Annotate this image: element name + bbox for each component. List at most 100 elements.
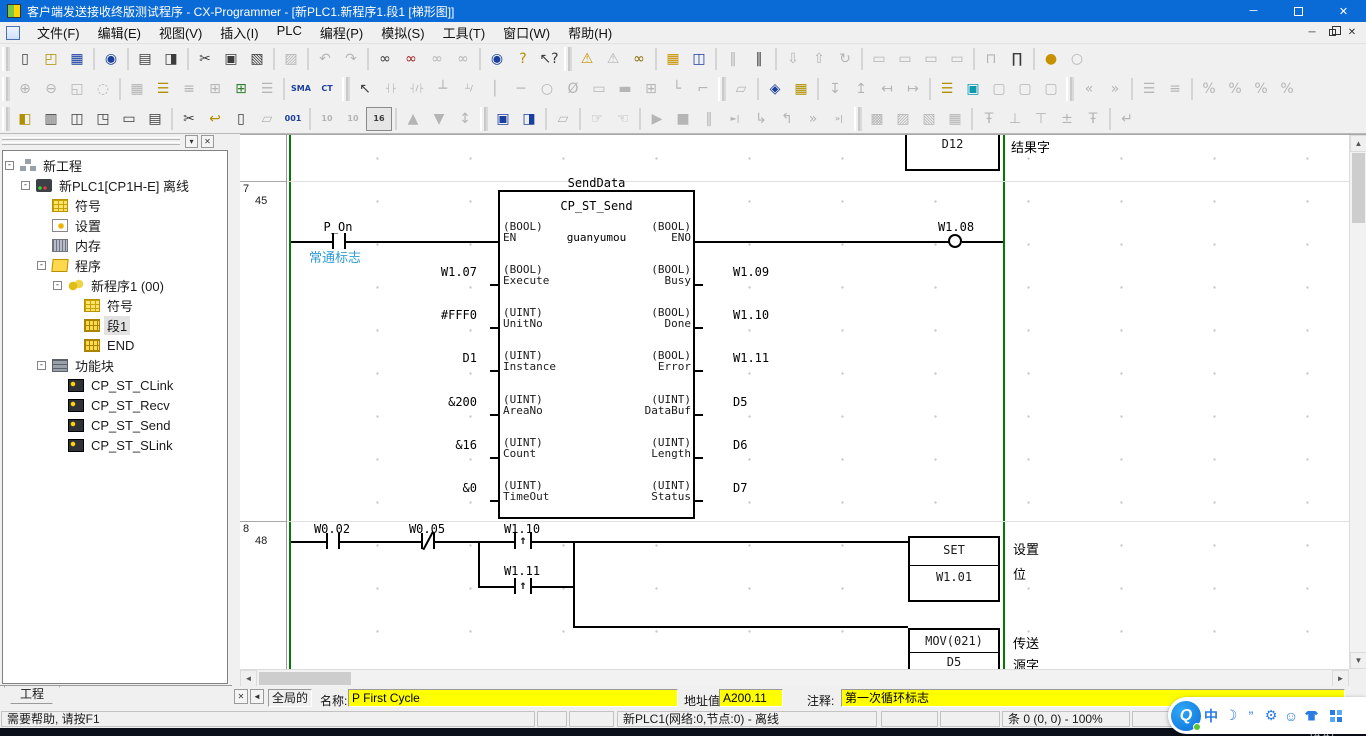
- toolbar-binary-monitor-button[interactable]: 001: [280, 107, 306, 131]
- menu-help[interactable]: 帮助(H): [559, 20, 621, 45]
- toolbar-page-setup-button[interactable]: ◉: [98, 47, 124, 71]
- instruction-mov[interactable]: MOV(021) D5: [908, 628, 1000, 669]
- toolbar-force-set-button[interactable]: Ŧ: [976, 107, 1002, 131]
- toolbar-mnemonic-view-button[interactable]: ▥: [38, 107, 64, 131]
- tree-expander[interactable]: -: [21, 181, 30, 190]
- toolbar-grip[interactable]: [2, 107, 10, 131]
- toolbar-new-coil-button[interactable]: ○: [534, 77, 560, 101]
- toolbar-paste-special-button[interactable]: ▨: [278, 47, 304, 71]
- toolbar-align-bottom-button[interactable]: ≡: [1162, 77, 1188, 101]
- child-window-icon[interactable]: [6, 26, 20, 40]
- toolbar-show-comments-button[interactable]: ☰: [150, 77, 176, 101]
- vertical-scrollbar[interactable]: ▲ ▼: [1349, 135, 1366, 669]
- toolbar-address-reference-tool-button[interactable]: SMA: [288, 77, 314, 101]
- menu-file[interactable]: 文件(F): [28, 20, 89, 45]
- toolbar-breakpoint-list-button[interactable]: ▦: [942, 107, 968, 131]
- toolbar-new-fb-invocation-button[interactable]: ⊞: [638, 77, 664, 101]
- toolbar-online-edit-rungs-button[interactable]: ▱: [728, 77, 754, 101]
- child-minimize-button[interactable]: ─: [1302, 25, 1322, 41]
- emoji-icon[interactable]: ☺: [1281, 708, 1301, 724]
- tree-item-plc-memory[interactable]: 内存: [3, 235, 227, 255]
- toolbar-find-button[interactable]: ∞: [372, 47, 398, 71]
- menu-view[interactable]: 视图(V): [150, 20, 211, 45]
- toolbar-new-button[interactable]: ▯: [12, 47, 38, 71]
- toolbar-online-edit-begin-button[interactable]: ↥: [848, 77, 874, 101]
- toolbar-program-mode-button[interactable]: ▭: [918, 47, 944, 71]
- tree-item-fb-cp-st-clink[interactable]: CP_ST_CLink: [3, 375, 227, 395]
- symbol-address-field[interactable]: A200.11: [719, 689, 783, 707]
- toolbar-paste-button[interactable]: ▧: [244, 47, 270, 71]
- toolbar-watch-values-button[interactable]: ⊞: [228, 77, 254, 101]
- menu-edit[interactable]: 编辑(E): [89, 20, 150, 45]
- toolbar-replace-button[interactable]: ∞: [398, 47, 424, 71]
- toolbar-selection-mode-button[interactable]: ↖: [352, 77, 378, 101]
- toolbar-symbol-table-window-button[interactable]: ◫: [64, 107, 90, 131]
- tree-item-fb-cp-st-recv[interactable]: CP_ST_Recv: [3, 395, 227, 415]
- child-close-button[interactable]: ✕: [1342, 25, 1362, 41]
- toolbar-new-inverted-instruction-button[interactable]: ▬: [612, 77, 638, 101]
- toolbar-signed-decimal-display-button[interactable]: 10: [340, 107, 366, 131]
- toolbar-program-overview-button[interactable]: ☰: [254, 77, 280, 101]
- toolbar-find-previous-button[interactable]: ∞: [424, 47, 450, 71]
- tree-expander[interactable]: -: [37, 361, 46, 370]
- toolbar-pause-monitor-button[interactable]: ‖: [720, 47, 746, 71]
- toolbar-online-edit-send-button[interactable]: ↧: [822, 77, 848, 101]
- tree-expander[interactable]: -: [37, 261, 46, 270]
- menu-simulation[interactable]: 模拟(S): [372, 20, 433, 45]
- toolbar-cross-reference-button[interactable]: ✂: [176, 107, 202, 131]
- toolbar-compare-programs-button[interactable]: ◈: [762, 77, 788, 101]
- toolbar-show-rung-annotations-button[interactable]: ≡: [176, 77, 202, 101]
- toolbar-new-contact-button[interactable]: ┤├: [378, 77, 404, 101]
- toolbar-step-trace-button[interactable]: ⊓: [978, 47, 1004, 71]
- toolbar-undo-button[interactable]: ↶: [312, 47, 338, 71]
- tree-item-programs[interactable]: -程序: [3, 255, 227, 275]
- rung-8-cell[interactable]: 8 48: [240, 521, 286, 669]
- toolbar-zoom-100-button[interactable]: ◌: [90, 77, 116, 101]
- scroll-left-button[interactable]: ◄: [240, 670, 257, 687]
- toolbar-simulator-connect-button[interactable]: ☜: [610, 107, 636, 131]
- toolbar-print-preview-button[interactable]: ◨: [158, 47, 184, 71]
- toolbar-zoom-to-fit-button[interactable]: ◱: [64, 77, 90, 101]
- tree-item-fb-cp-st-send[interactable]: CP_ST_Send: [3, 415, 227, 435]
- tree-item-plc-settings[interactable]: 设置: [3, 215, 227, 235]
- toolbar-properties-button[interactable]: ◉: [484, 47, 510, 71]
- child-restore-button[interactable]: [1322, 25, 1342, 41]
- rung-7-cell[interactable]: 7 45: [240, 181, 286, 521]
- toolbox-icon[interactable]: ⚙: [1261, 707, 1281, 724]
- fb-input-operand-Execute[interactable]: W1.07: [347, 265, 477, 279]
- toolbar-run-button[interactable]: ▶: [644, 107, 670, 131]
- toolbar-edit-fb-definition-button[interactable]: ▢: [986, 77, 1012, 101]
- toolbar-differential-monitor-button[interactable]: Ŧ: [1080, 107, 1106, 131]
- toolbar-online-edit-release-button[interactable]: ↦: [900, 77, 926, 101]
- fb-input-operand-Instance[interactable]: D1: [347, 351, 477, 365]
- fb-output-operand-DataBuf[interactable]: D5: [733, 395, 863, 409]
- fb-input-operand-UnitNo[interactable]: #FFF0: [347, 308, 477, 322]
- toolbar-compare-with-plc-button[interactable]: ↻: [832, 47, 858, 71]
- fb-output-operand-Error[interactable]: W1.11: [733, 351, 863, 365]
- ime-language-icon[interactable]: 中: [1201, 706, 1221, 726]
- toolbar-show-grid-button[interactable]: ▦: [124, 77, 150, 101]
- minimize-button[interactable]: ─: [1231, 0, 1276, 22]
- scroll-up-button[interactable]: ▲: [1350, 135, 1366, 152]
- toolbar-align-top-button[interactable]: ☰: [1136, 77, 1162, 101]
- toolbar-line-delete-button[interactable]: ⌐: [690, 77, 716, 101]
- instruction-operand-box[interactable]: D12: [905, 135, 1000, 171]
- menu-tools[interactable]: 工具(T): [434, 20, 495, 45]
- toolbar-online-edit-transfer-button[interactable]: ▱: [550, 107, 576, 131]
- toolbar-step-in-button[interactable]: ↳: [748, 107, 774, 131]
- toolbar-page-margins-button[interactable]: ▯: [228, 107, 254, 131]
- toolbar-open-button[interactable]: ◰: [38, 47, 64, 71]
- toolbar-work-online-button[interactable]: ▭: [866, 47, 892, 71]
- toolbar-force-off-button[interactable]: %: [1222, 77, 1248, 101]
- dock-grip[interactable]: [2, 137, 180, 140]
- toolbar-monitor-mode-button[interactable]: ▭: [892, 47, 918, 71]
- toolbar-new-contact-or-button[interactable]: ┴: [430, 77, 456, 101]
- toolbar-clear-breakpoint-button[interactable]: ▨: [890, 107, 916, 131]
- toolbar-transfer-fb-source-button[interactable]: ▦: [788, 77, 814, 101]
- toolbar-insert-rung-below-button[interactable]: »: [1102, 77, 1128, 101]
- tree-item-program1-section1[interactable]: 段1: [3, 315, 227, 335]
- menu-window[interactable]: 窗口(W): [494, 20, 559, 45]
- toolbar-redo-button[interactable]: ↷: [338, 47, 364, 71]
- toolbar-online-edit-cancel-button[interactable]: ↤: [874, 77, 900, 101]
- toolbar-work-online-simulator-button[interactable]: ☞: [584, 107, 610, 131]
